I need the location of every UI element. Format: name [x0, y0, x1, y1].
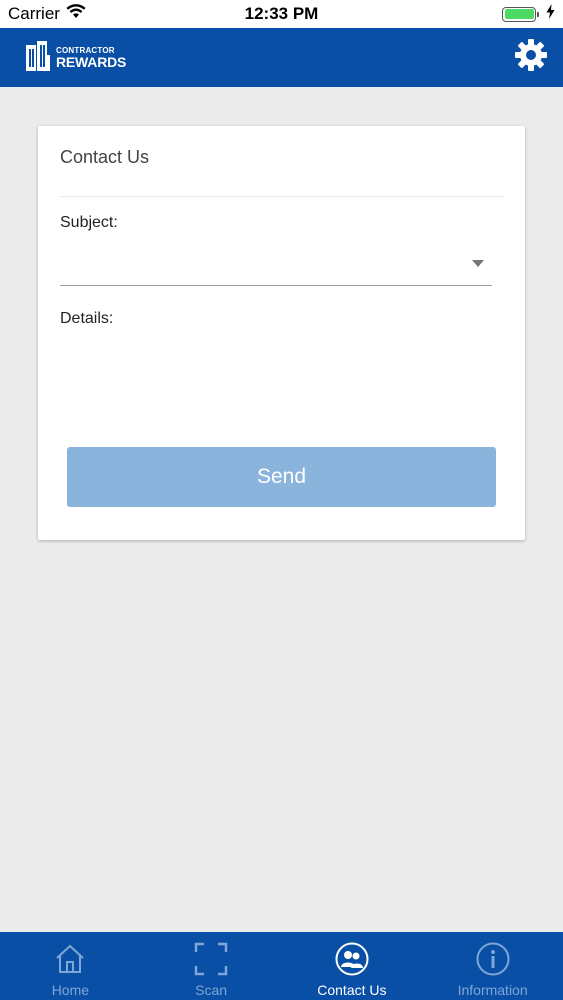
contact-card: Contact Us Subject: Details: Send: [38, 126, 525, 540]
status-left: Carrier: [8, 4, 86, 24]
status-bar: Carrier 12:33 PM: [0, 0, 563, 28]
tab-scan-label: Scan: [195, 982, 228, 998]
carrier-label: Carrier: [8, 4, 60, 23]
building-icon: [24, 39, 52, 76]
battery-fill: [504, 9, 534, 19]
tab-scan[interactable]: Scan: [141, 932, 282, 1000]
contractor-rewards-logo: CONTRACTOR REWARDS: [24, 39, 126, 76]
send-button[interactable]: Send: [67, 447, 496, 507]
tab-bar: Home Scan Contact Us Information: [0, 932, 563, 1000]
tab-home[interactable]: Home: [0, 932, 141, 1000]
wifi-icon: [66, 4, 86, 24]
details-input[interactable]: [60, 336, 492, 436]
app-header: CONTRACTOR REWARDS: [0, 28, 563, 87]
tab-contact-us[interactable]: Contact Us: [282, 932, 423, 1000]
logo-text: CONTRACTOR REWARDS: [56, 46, 127, 70]
tab-information[interactable]: Information: [422, 932, 563, 1000]
card-divider: [60, 196, 503, 197]
settings-button[interactable]: [513, 38, 549, 77]
subject-label: Subject:: [60, 214, 118, 231]
info-icon: [476, 942, 510, 976]
contact-icon: [335, 942, 369, 976]
main-content: Contact Us Subject: Details: Send: [0, 87, 563, 932]
card-title: Contact Us: [60, 147, 150, 167]
details-label: Details:: [60, 310, 114, 327]
status-right: [502, 4, 555, 24]
scan-icon: [194, 942, 228, 976]
tab-contact-us-label: Contact Us: [317, 982, 387, 998]
subject-select[interactable]: [60, 246, 492, 286]
charging-icon: [546, 4, 555, 24]
home-icon: [53, 942, 87, 976]
tab-information-label: Information: [457, 982, 528, 998]
tab-home-label: Home: [51, 982, 90, 998]
gear-icon: [514, 38, 548, 77]
chevron-down-icon: [472, 260, 484, 267]
logo-big-text: REWARDS: [56, 53, 127, 70]
battery-icon: [502, 6, 539, 22]
